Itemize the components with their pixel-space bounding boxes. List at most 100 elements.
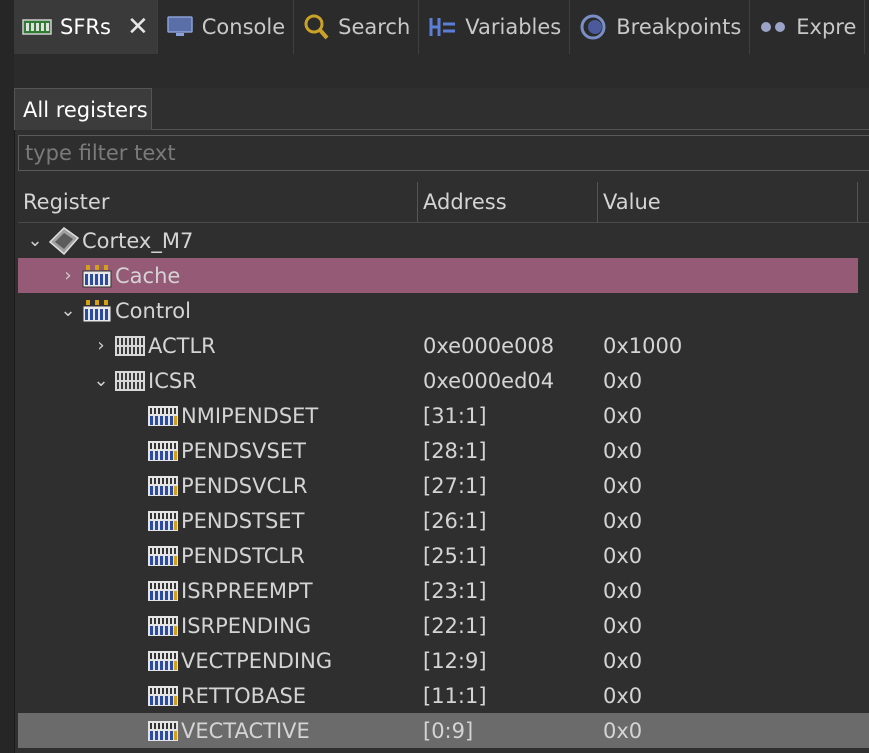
tab-expressions[interactable]: Expre xyxy=(750,0,865,54)
register-name: VECTACTIVE xyxy=(181,719,310,743)
tab-label: All registers xyxy=(23,98,148,122)
register-name: PENDSTSET xyxy=(181,509,304,533)
register-value[interactable]: 0x0 xyxy=(603,608,642,643)
table-row[interactable]: ›PENDSTSET[26:1]0x0 xyxy=(18,503,869,538)
register-value[interactable]: 0x0 xyxy=(603,643,642,678)
register-address: [28:1] xyxy=(423,433,487,468)
register-address: [25:1] xyxy=(423,538,487,573)
register-name: ISRPREEMPT xyxy=(181,579,313,603)
bitfield-icon xyxy=(147,614,179,638)
table-row[interactable]: ›VECTACTIVE[0:9]0x0 xyxy=(18,713,869,748)
view-toolbar xyxy=(14,54,869,88)
register-value[interactable]: 0x0 xyxy=(603,363,642,398)
table-row[interactable]: ›PENDSTCLR[25:1]0x0 xyxy=(18,538,869,573)
column-header-value[interactable]: Value xyxy=(598,182,858,222)
register-address: [12:9] xyxy=(423,643,487,678)
chevron-right-icon[interactable]: › xyxy=(55,265,81,286)
register-value[interactable]: 0x0 xyxy=(603,713,642,748)
variables-icon xyxy=(427,15,457,39)
register-value[interactable]: 0x0 xyxy=(603,538,642,573)
register-address: [31:1] xyxy=(423,398,487,433)
column-header-address[interactable]: Address xyxy=(418,182,598,222)
bitfield-icon xyxy=(147,474,179,498)
chevron-down-icon[interactable]: ⌄ xyxy=(22,230,48,251)
register-address: [0:9] xyxy=(423,713,473,748)
tab-label: Search xyxy=(338,15,410,39)
register-address: [26:1] xyxy=(423,503,487,538)
register-address: [27:1] xyxy=(423,468,487,503)
register-icon xyxy=(114,334,146,358)
register-name: RETTOBASE xyxy=(181,684,306,708)
tab-label: Variables xyxy=(465,15,561,39)
register-value[interactable]: 0x0 xyxy=(603,433,642,468)
breakpoint-icon xyxy=(578,13,608,41)
sfr-icon xyxy=(22,17,52,37)
register-icon xyxy=(114,369,146,393)
table-row[interactable]: › Cache xyxy=(18,258,858,293)
table-row[interactable]: ›RETTOBASE[11:1]0x0 xyxy=(18,678,869,713)
bitfield-icon xyxy=(147,544,179,568)
close-icon[interactable]: ✕ xyxy=(127,12,149,42)
register-name: Control xyxy=(115,299,191,323)
chevron-down-icon[interactable]: ⌄ xyxy=(55,300,81,321)
monitor-icon xyxy=(166,15,194,39)
tab-label: Console xyxy=(202,15,285,39)
bitfield-icon xyxy=(147,684,179,708)
register-value[interactable]: 0x1000 xyxy=(603,328,682,363)
chevron-right-icon[interactable]: › xyxy=(88,335,114,356)
table-row[interactable]: ⌄ ICSR 0xe000ed04 0x0 xyxy=(18,363,869,398)
bitfield-icon xyxy=(147,579,179,603)
table-row[interactable]: ›ISRPENDING[22:1]0x0 xyxy=(18,608,869,643)
table-header: Register Address Value xyxy=(18,182,869,223)
bitfield-icon xyxy=(147,719,179,743)
register-address: 0xe000ed04 xyxy=(423,363,554,398)
expressions-icon xyxy=(758,17,788,37)
bitfield-icon xyxy=(147,404,179,428)
table-row[interactable]: ›PENDSVCLR[27:1]0x0 xyxy=(18,468,869,503)
register-name: ISRPENDING xyxy=(181,614,311,638)
table-row[interactable]: ⌄ Control xyxy=(18,293,869,328)
view-tab-bar: SFRs ✕ Console Search Variables Breakpo xyxy=(14,0,869,54)
register-name: NMIPENDSET xyxy=(181,404,318,428)
register-table: Register Address Value ⌄ Cortex_M7 › Cac… xyxy=(18,182,869,753)
tab-breakpoints[interactable]: Breakpoints xyxy=(570,0,750,54)
column-header-register[interactable]: Register xyxy=(18,182,418,222)
bitfield-icon xyxy=(147,649,179,673)
register-address: [22:1] xyxy=(423,608,487,643)
register-name: VECTPENDING xyxy=(181,649,332,673)
register-group-icon xyxy=(81,263,113,289)
tab-variables[interactable]: Variables xyxy=(419,0,570,54)
left-gutter xyxy=(0,0,15,753)
register-name: PENDSTCLR xyxy=(181,544,305,568)
table-row[interactable]: ›PENDSVSET[28:1]0x0 xyxy=(18,433,869,468)
register-name: ACTLR xyxy=(148,334,216,358)
register-value[interactable]: 0x0 xyxy=(603,573,642,608)
tab-label: Expre xyxy=(796,15,856,39)
divider xyxy=(152,129,869,130)
tab-label: SFRs xyxy=(60,15,111,39)
register-value[interactable]: 0x0 xyxy=(603,678,642,713)
register-name: PENDSVCLR xyxy=(181,474,307,498)
magnifier-icon xyxy=(302,13,330,41)
tab-search[interactable]: Search xyxy=(294,0,419,54)
register-group-icon xyxy=(81,298,113,324)
register-name: PENDSVSET xyxy=(181,439,306,463)
tab-sfrs[interactable]: SFRs ✕ xyxy=(14,0,158,54)
register-value[interactable]: 0x0 xyxy=(603,503,642,538)
tab-console[interactable]: Console xyxy=(158,0,294,54)
table-row[interactable]: ›VECTPENDING[12:9]0x0 xyxy=(18,643,869,678)
table-row[interactable]: ›NMIPENDSET[31:1]0x0 xyxy=(18,398,869,433)
bitfield-icon xyxy=(147,509,179,533)
register-value[interactable]: 0x0 xyxy=(603,398,642,433)
table-row[interactable]: ⌄ Cortex_M7 xyxy=(18,223,869,258)
register-name: Cache xyxy=(115,264,180,288)
table-row[interactable]: › ACTLR 0xe000e008 0x1000 xyxy=(18,328,869,363)
table-row[interactable]: ›ISRPREEMPT[23:1]0x0 xyxy=(18,573,869,608)
register-name: Cortex_M7 xyxy=(82,229,193,253)
chip-icon xyxy=(48,226,80,256)
tab-label: Breakpoints xyxy=(616,15,741,39)
tab-all-registers[interactable]: All registers xyxy=(14,88,152,130)
filter-input[interactable] xyxy=(18,135,869,171)
chevron-down-icon[interactable]: ⌄ xyxy=(88,370,114,391)
register-value[interactable]: 0x0 xyxy=(603,468,642,503)
